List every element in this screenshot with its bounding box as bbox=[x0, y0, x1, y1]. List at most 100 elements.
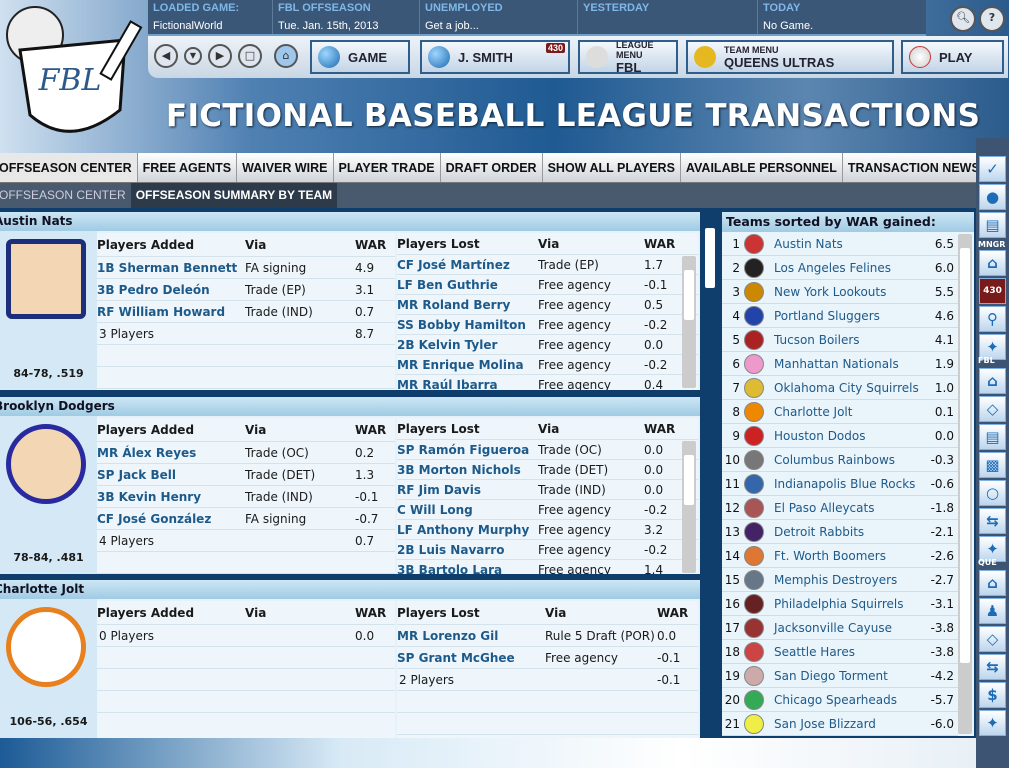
tab-transaction-news[interactable]: TRANSACTION NEWS bbox=[843, 153, 986, 182]
ranking-row[interactable]: 3 New York Lookouts 5.5 bbox=[722, 280, 958, 304]
tab-free-agents[interactable]: FREE AGENTS bbox=[138, 153, 238, 182]
player-link[interactable]: MR Raúl Ibarra bbox=[397, 378, 538, 391]
player-link[interactable]: 3B Morton Nichols bbox=[397, 463, 538, 477]
ranking-row[interactable]: 14 Ft. Worth Boomers -2.6 bbox=[722, 544, 958, 568]
ranking-row[interactable]: 8 Charlotte Jolt 0.1 bbox=[722, 400, 958, 424]
ranking-row[interactable]: 2 Los Angeles Felines 6.0 bbox=[722, 256, 958, 280]
league-menu-button[interactable]: LEAGUE MENU FBL bbox=[578, 40, 678, 75]
player-link[interactable]: MR Lorenzo Gil bbox=[397, 629, 545, 643]
play-button[interactable]: PLAY bbox=[901, 40, 1004, 74]
player-link[interactable]: 2B Luis Navarro bbox=[397, 543, 538, 557]
player-link[interactable]: SS Bobby Hamilton bbox=[397, 318, 538, 332]
home-icon[interactable]: ⌂ bbox=[274, 44, 298, 68]
globe-icon[interactable]: ● bbox=[979, 184, 1006, 210]
scrollbar-thumb[interactable] bbox=[684, 455, 694, 505]
player-link[interactable]: 3B Kevin Henry bbox=[97, 490, 245, 504]
player-link[interactable]: 1B Sherman Bennett bbox=[97, 261, 245, 275]
team-logo[interactable] bbox=[6, 424, 86, 504]
tab-waiver-wire[interactable]: WAIVER WIRE bbox=[237, 153, 334, 182]
scrollbar-thumb[interactable] bbox=[684, 270, 694, 320]
player-link[interactable]: 3B Pedro Deleón bbox=[97, 283, 245, 297]
book-icon[interactable]: ▤ bbox=[979, 212, 1006, 238]
tab-available-personnel[interactable]: AVAILABLE PERSONNEL bbox=[681, 153, 843, 182]
team-link[interactable]: Memphis Destroyers bbox=[774, 573, 897, 587]
team-link[interactable]: Philadelphia Squirrels bbox=[774, 597, 903, 611]
team-link[interactable]: San Jose Blizzard bbox=[774, 717, 876, 731]
team-link[interactable]: Los Angeles Felines bbox=[774, 261, 891, 275]
search-icon[interactable]: ⚲ bbox=[979, 306, 1006, 332]
ranking-row[interactable]: 13 Detroit Rabbits -2.1 bbox=[722, 520, 958, 544]
player-link[interactable]: CF José Martínez bbox=[397, 258, 538, 272]
team-link[interactable]: Chicago Spearheads bbox=[774, 693, 897, 707]
finances-icon[interactable]: $ bbox=[979, 682, 1006, 708]
ranking-row[interactable]: 12 El Paso Alleycats -1.8 bbox=[722, 496, 958, 520]
ranking-row[interactable]: 9 Houston Dodos 0.0 bbox=[722, 424, 958, 448]
help-icon[interactable]: ? bbox=[979, 6, 1005, 32]
game-menu-button[interactable]: GAME bbox=[310, 40, 410, 74]
team-name[interactable]: Charlotte Jolt bbox=[0, 580, 700, 599]
team-link[interactable]: Detroit Rabbits bbox=[774, 525, 864, 539]
subtab-offseason-summary-by-team[interactable]: OFFSEASON SUMMARY BY TEAM bbox=[130, 183, 338, 208]
team-link[interactable]: Ft. Worth Boomers bbox=[774, 549, 886, 563]
ranking-row[interactable]: 6 Manhattan Nationals 1.9 bbox=[722, 352, 958, 376]
player-link[interactable]: 2B Kelvin Tyler bbox=[397, 338, 538, 352]
history-dropdown-icon[interactable]: ▼ bbox=[184, 47, 202, 65]
ranking-scrollbar[interactable] bbox=[958, 234, 972, 734]
ranking-row[interactable]: 1 Austin Nats 6.5 bbox=[722, 232, 958, 256]
scrollbar-thumb[interactable] bbox=[960, 248, 970, 663]
player-link[interactable]: MR Enrique Molina bbox=[397, 358, 538, 372]
team-link[interactable]: San Diego Torment bbox=[774, 669, 888, 683]
ranking-row[interactable]: 20 Chicago Spearheads -5.7 bbox=[722, 688, 958, 712]
trade-arrows-icon[interactable]: ⇆ bbox=[979, 508, 1006, 534]
value[interactable]: Get a job... bbox=[425, 20, 572, 32]
ballpark-icon[interactable]: ◇ bbox=[979, 396, 1006, 422]
player-link[interactable]: SP Ramón Figueroa bbox=[397, 443, 538, 457]
roster-icon[interactable]: ♟ bbox=[979, 598, 1006, 624]
manager-menu-button[interactable]: J. SMITH 430 bbox=[420, 40, 570, 74]
main-scrollbar[interactable] bbox=[703, 214, 717, 736]
mail-icon[interactable]: 430 bbox=[979, 278, 1006, 304]
lost-scrollbar[interactable] bbox=[682, 441, 696, 573]
ranking-row[interactable]: 7 Oklahoma City Squirrels 1.0 bbox=[722, 376, 958, 400]
team-link[interactable]: Indianapolis Blue Rocks bbox=[774, 477, 915, 491]
ranking-row[interactable]: 18 Seattle Hares -3.8 bbox=[722, 640, 958, 664]
ranking-row[interactable]: 15 Memphis Destroyers -2.7 bbox=[722, 568, 958, 592]
team-link[interactable]: El Paso Alleycats bbox=[774, 501, 874, 515]
player-link[interactable]: C Will Long bbox=[397, 503, 538, 517]
ranking-row[interactable]: 10 Columbus Rainbows -0.3 bbox=[722, 448, 958, 472]
team-name[interactable]: Brooklyn Dodgers bbox=[0, 397, 700, 416]
team-link[interactable]: Tucson Boilers bbox=[774, 333, 860, 347]
search-icon[interactable]: 🔍︎ bbox=[950, 6, 976, 32]
ballpark-icon[interactable]: ◇ bbox=[979, 626, 1006, 652]
player-link[interactable]: RF William Howard bbox=[97, 305, 245, 319]
team-link[interactable]: Portland Sluggers bbox=[774, 309, 880, 323]
ranking-row[interactable]: 11 Indianapolis Blue Rocks -0.6 bbox=[722, 472, 958, 496]
bookmark-icon[interactable]: □ bbox=[238, 44, 262, 68]
team-link[interactable]: Manhattan Nationals bbox=[774, 357, 899, 371]
ranking-row[interactable]: 19 San Diego Torment -4.2 bbox=[722, 664, 958, 688]
tab-show-all-players[interactable]: SHOW ALL PLAYERS bbox=[543, 153, 681, 182]
team-menu-button[interactable]: TEAM MENU QUEENS ULTRAS bbox=[686, 40, 894, 74]
player-link[interactable]: RF Jim Davis bbox=[397, 483, 538, 497]
wrench-icon[interactable]: ✦ bbox=[979, 710, 1006, 736]
team-logo[interactable] bbox=[6, 607, 86, 687]
home-icon[interactable]: ⌂ bbox=[979, 368, 1006, 394]
ranking-row[interactable]: 5 Tucson Boilers 4.1 bbox=[722, 328, 958, 352]
tab-player-trade[interactable]: PLAYER TRADE bbox=[334, 153, 441, 182]
player-link[interactable]: SP Grant McGhee bbox=[397, 651, 545, 665]
home-icon[interactable]: ⌂ bbox=[979, 570, 1006, 596]
checkmark-icon[interactable]: ✓ bbox=[979, 156, 1006, 182]
back-icon[interactable]: ◀ bbox=[154, 44, 178, 68]
job-info[interactable]: UNEMPLOYED Get a job... bbox=[420, 0, 578, 34]
player-link[interactable]: MR Roland Berry bbox=[397, 298, 538, 312]
team-link[interactable]: Oklahoma City Squirrels bbox=[774, 381, 919, 395]
team-link[interactable]: Jacksonville Cayuse bbox=[774, 621, 892, 635]
player-link[interactable]: LF Ben Guthrie bbox=[397, 278, 538, 292]
team-link[interactable]: New York Lookouts bbox=[774, 285, 886, 299]
news-icon[interactable]: ▤ bbox=[979, 424, 1006, 450]
team-link[interactable]: Seattle Hares bbox=[774, 645, 855, 659]
ranking-row[interactable]: 16 Philadelphia Squirrels -3.1 bbox=[722, 592, 958, 616]
team-link[interactable]: Columbus Rainbows bbox=[774, 453, 895, 467]
scrollbar-thumb[interactable] bbox=[705, 228, 715, 288]
ranking-row[interactable]: 17 Jacksonville Cayuse -3.8 bbox=[722, 616, 958, 640]
